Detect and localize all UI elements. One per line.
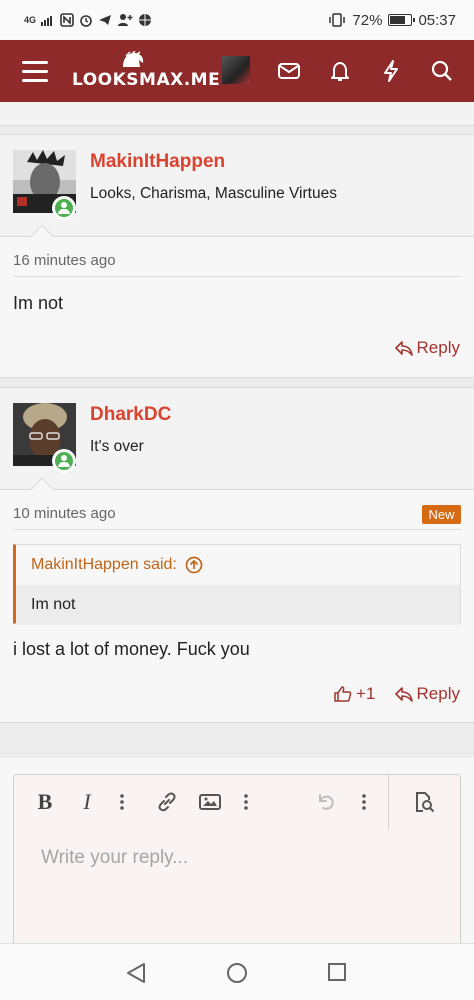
- status-bar: 4G 72% 05:37: [0, 0, 474, 40]
- status-right: 72% 05:37: [328, 12, 456, 29]
- post: MakinItHappen Looks, Charisma, Masculine…: [0, 134, 474, 378]
- post-user-block: MakinItHappen Looks, Charisma, Masculine…: [0, 135, 474, 248]
- online-status-icon: [52, 196, 76, 220]
- bold-icon[interactable]: B: [34, 789, 56, 814]
- add-user-icon: [118, 14, 133, 26]
- previous-post-edge: [0, 102, 474, 126]
- telegram-icon: [99, 15, 112, 25]
- bolt-icon[interactable]: [379, 59, 403, 83]
- like-count: +1: [356, 684, 376, 703]
- header-avatar[interactable]: [222, 56, 250, 84]
- reply-label: Reply: [416, 684, 460, 703]
- user-title: Looks, Charisma, Masculine Virtues: [90, 185, 337, 202]
- battery-percent: 72%: [352, 11, 383, 29]
- post: DharkDC It's over 10 minutes ago New Mak…: [0, 387, 474, 723]
- reply-icon: [394, 687, 413, 702]
- quote-block: MakinItHappen said: Im not: [13, 544, 461, 625]
- post-time[interactable]: 10 minutes ago: [13, 505, 116, 522]
- battery-icon: [388, 14, 416, 26]
- user-title: It's over: [90, 438, 144, 455]
- divider: [13, 276, 461, 277]
- italic-icon[interactable]: I: [76, 789, 98, 814]
- search-icon[interactable]: [430, 59, 454, 83]
- user-block-arrow: [30, 224, 54, 248]
- clock: 05:37: [418, 11, 456, 29]
- nfc-icon: [60, 13, 74, 27]
- online-status-icon: [52, 449, 76, 473]
- like-button[interactable]: +1: [334, 684, 375, 704]
- link-icon[interactable]: [155, 790, 179, 814]
- reply-label: Reply: [416, 338, 460, 357]
- signal-icon: [41, 16, 53, 26]
- status-left: 4G: [24, 13, 152, 27]
- home-icon[interactable]: [226, 962, 248, 984]
- quote-author: MakinItHappen said:: [31, 556, 177, 573]
- post-body: Im not: [13, 293, 64, 313]
- preview-icon[interactable]: [411, 790, 437, 814]
- user-block-arrow: [30, 477, 54, 501]
- site-logo[interactable]: LOOKSMAX.ME: [72, 46, 220, 96]
- undo-icon[interactable]: [314, 790, 338, 814]
- menu-icon[interactable]: [22, 60, 48, 82]
- site-header: LOOKSMAX.ME: [0, 40, 474, 102]
- bell-icon[interactable]: [328, 59, 352, 83]
- reply-button[interactable]: Reply: [394, 338, 460, 358]
- basketball-icon: [139, 14, 152, 26]
- vibrate-icon: [329, 13, 346, 27]
- username[interactable]: MakinItHappen: [90, 151, 225, 173]
- system-nav-bar: [0, 943, 474, 1000]
- more-icon[interactable]: [356, 790, 372, 814]
- mail-icon[interactable]: [277, 59, 301, 83]
- site-name: LOOKSMAX.ME: [72, 70, 221, 90]
- back-icon[interactable]: [126, 962, 146, 984]
- reply-editor: B I Write your reply...: [13, 774, 461, 954]
- reply-icon: [394, 341, 413, 356]
- image-icon[interactable]: [198, 790, 222, 814]
- toolbar-divider: [388, 775, 389, 829]
- divider: [13, 529, 461, 530]
- reply-button[interactable]: Reply: [394, 684, 460, 704]
- post-time[interactable]: 16 minutes ago: [13, 252, 116, 269]
- username[interactable]: DharkDC: [90, 404, 171, 426]
- network-label: 4G: [24, 15, 37, 25]
- more-icon[interactable]: [114, 790, 130, 814]
- recents-icon[interactable]: [327, 962, 347, 982]
- post-user-block: DharkDC It's over: [0, 388, 474, 501]
- editor-toolbar: B I: [14, 775, 460, 829]
- new-badge: New: [422, 505, 461, 524]
- arrow-up-circle-icon[interactable]: [185, 556, 203, 574]
- alarm-icon: [80, 15, 92, 27]
- post-body: i lost a lot of money. Fuck you: [13, 639, 250, 659]
- more-icon[interactable]: [238, 790, 254, 814]
- reply-input[interactable]: Write your reply...: [41, 847, 188, 869]
- logo-mark-icon: [123, 51, 144, 67]
- quote-text: Im not: [16, 585, 460, 625]
- reply-editor-area: B I Write your reply...: [0, 758, 474, 954]
- quote-header[interactable]: MakinItHappen said:: [16, 545, 460, 585]
- thumbs-up-icon: [334, 686, 352, 702]
- battery-fill: [390, 16, 405, 24]
